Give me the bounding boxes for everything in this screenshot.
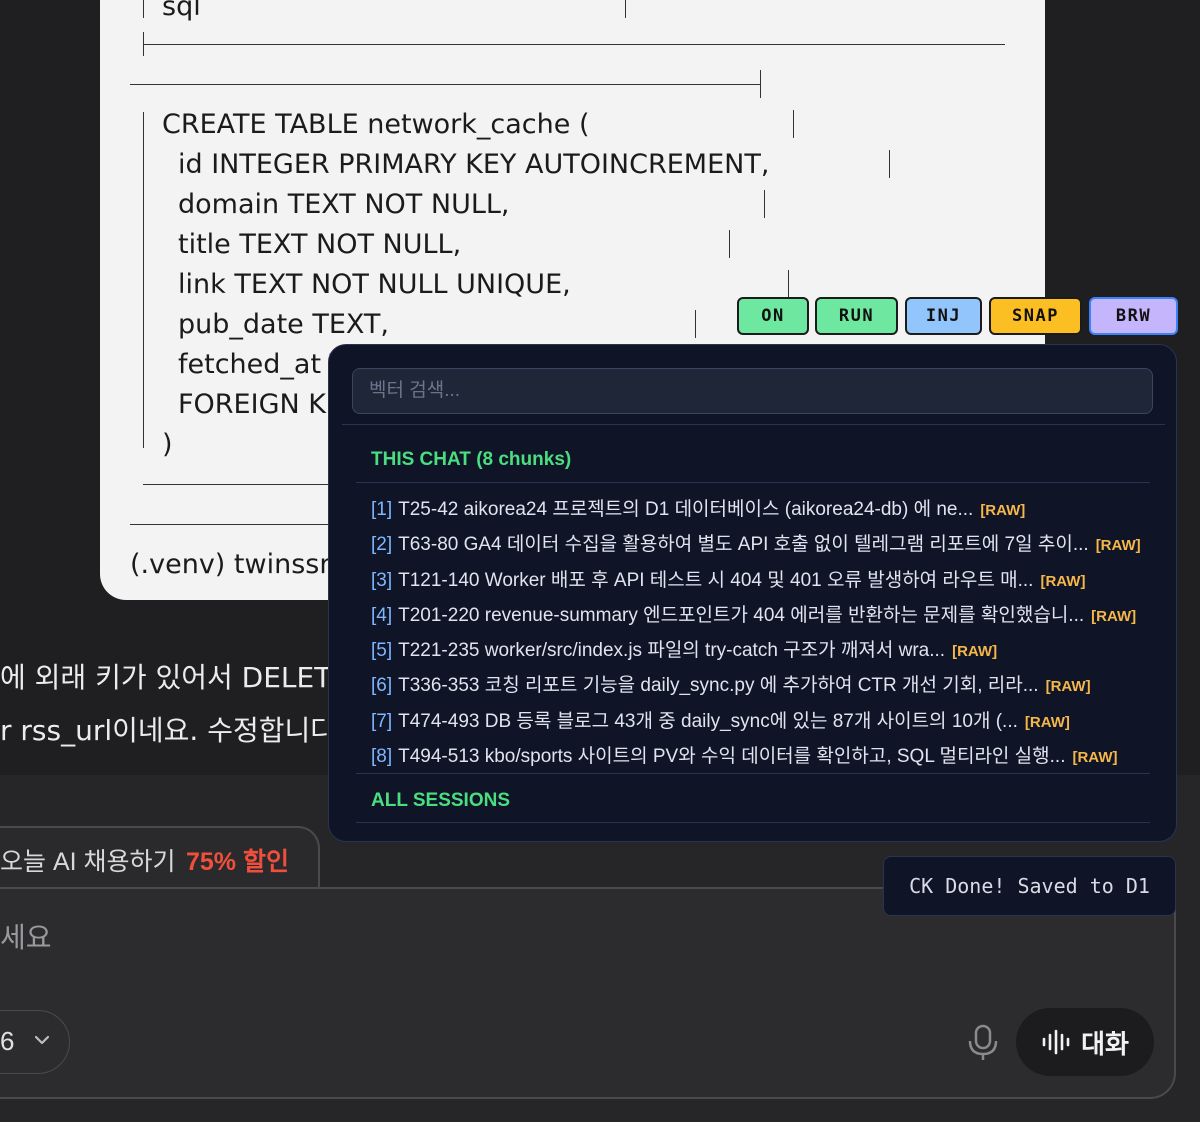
divider	[356, 482, 1150, 483]
code-line-link: link TEXT NOT NULL UNIQUE,	[178, 269, 571, 300]
table-border	[130, 84, 760, 85]
code-line-create: CREATE TABLE network_cache (	[162, 109, 590, 140]
chunk-text: T25-42 aikorea24 프로젝트의 D1 데이터베이스 (aikore…	[398, 499, 974, 520]
chunk-index: [2]	[371, 534, 393, 555]
chunk-text: T494-513 kbo/sports 사이트의 PV와 수익 데이터를 확인하…	[398, 746, 1066, 767]
divider	[356, 822, 1150, 823]
chunk-text: T63-80 GA4 데이터 수집을 활용하여 별도 API 호출 없이 텔레그…	[398, 534, 1089, 555]
voice-chat-label: 대화	[1081, 1028, 1129, 1059]
raw-link[interactable]: [RAW]	[980, 502, 1025, 519]
chevron-down-icon	[34, 1035, 50, 1045]
chat-message-line: 에 외래 키가 있어서 DELETE	[0, 661, 350, 694]
code-line-title: title TEXT NOT NULL,	[178, 229, 462, 260]
table-border	[793, 110, 794, 138]
toast-text: CK Done! Saved to D1	[909, 874, 1150, 898]
terminal-prompt: (.venv) twinssn(	[130, 549, 347, 580]
toggle-on[interactable]: ON	[737, 297, 809, 335]
table-border	[788, 270, 789, 298]
code-line-pub-date: pub_date TEXT,	[178, 309, 390, 340]
toggle-label: SNAP	[1012, 306, 1059, 326]
promo-discount: 75% 할인	[186, 848, 289, 876]
toggle-snap[interactable]: SNAP	[989, 297, 1082, 335]
promo-text: 오늘 AI 채용하기	[0, 848, 176, 876]
toggle-inj[interactable]: INJ	[905, 297, 982, 335]
chunk-item[interactable]: [2] T63-80 GA4 데이터 수집을 활용하여 별도 API 호출 없이 …	[371, 529, 1141, 556]
raw-link[interactable]: [RAW]	[1096, 537, 1141, 554]
chunk-text: T221-235 worker/src/index.js 파일의 try-cat…	[398, 640, 946, 661]
chunk-item[interactable]: [6] T336-353 코칭 리포트 기능을 daily_sync.py 에 추…	[371, 670, 1091, 697]
chunk-index: [8]	[371, 746, 393, 767]
code-line-foreign: FOREIGN KE	[178, 389, 344, 420]
this-chat-section-title: THIS CHAT (8 chunks)	[371, 449, 572, 470]
divider	[342, 424, 1165, 425]
toggle-label: RUN	[838, 306, 875, 326]
model-label: 6	[0, 1026, 15, 1056]
table-border	[695, 310, 696, 338]
raw-link[interactable]: [RAW]	[1091, 608, 1136, 625]
raw-link[interactable]: [RAW]	[1072, 749, 1117, 766]
chat-message-line: r rss_url이네요. 수정합니다:	[0, 714, 346, 747]
raw-link[interactable]: [RAW]	[952, 643, 997, 660]
chunk-item[interactable]: [4] T201-220 revenue-summary 엔드포인트가 404 에…	[371, 600, 1136, 627]
save-toast: CK Done! Saved to D1	[883, 856, 1176, 916]
chunk-text: T121-140 Worker 배포 후 API 테스트 시 404 및 401…	[398, 570, 1034, 591]
code-line-sql: sql	[162, 0, 201, 22]
voice-chat-button[interactable]: 대화	[1016, 1008, 1154, 1076]
code-line-id: id INTEGER PRIMARY KEY AUTOINCREMENT,	[178, 149, 770, 180]
table-border	[729, 230, 730, 258]
chunk-index: [7]	[371, 711, 393, 732]
all-sessions-section-title[interactable]: ALL SESSIONS	[371, 790, 510, 812]
toggle-run[interactable]: RUN	[815, 297, 898, 335]
code-line-fetched: fetched_at T	[178, 349, 347, 380]
vector-search-input[interactable]	[352, 368, 1153, 414]
chunk-index: [5]	[371, 640, 393, 661]
chunk-text: T336-353 코칭 리포트 기능을 daily_sync.py 에 추가하여…	[398, 675, 1039, 696]
toggle-brw[interactable]: BRW	[1089, 297, 1178, 335]
table-border	[625, 0, 626, 18]
chunk-item[interactable]: [5] T221-235 worker/src/index.js 파일의 try-…	[371, 635, 997, 662]
chunk-index: [4]	[371, 605, 393, 626]
code-line-close: )	[162, 429, 173, 460]
chunk-item[interactable]: [3] T121-140 Worker 배포 후 API 테스트 시 404 및 …	[371, 565, 1085, 592]
table-border	[760, 70, 761, 98]
table-border	[143, 32, 144, 56]
chunk-text: T474-493 DB 등록 블로그 43개 중 daily_sync에 있는 …	[398, 711, 1018, 732]
voice-waveform-icon	[1042, 1029, 1070, 1055]
raw-link[interactable]: [RAW]	[1040, 573, 1085, 590]
message-input-placeholder[interactable]: 세요	[0, 916, 52, 956]
table-border	[889, 150, 890, 178]
divider	[356, 773, 1150, 774]
table-border	[143, 484, 333, 485]
table-border	[143, 0, 144, 18]
toggle-label: INJ	[925, 306, 962, 326]
raw-link[interactable]: [RAW]	[1046, 678, 1091, 695]
table-border	[143, 44, 1005, 45]
table-border	[130, 524, 330, 525]
chunk-index: [1]	[371, 499, 393, 520]
chunk-text: T201-220 revenue-summary 엔드포인트가 404 에러를 …	[398, 605, 1085, 626]
table-border	[143, 112, 144, 448]
toggle-label: BRW	[1115, 306, 1152, 326]
chunk-item[interactable]: [8] T494-513 kbo/sports 사이트의 PV와 수익 데이터를 …	[371, 741, 1117, 768]
raw-link[interactable]: [RAW]	[1025, 714, 1070, 731]
message-composer[interactable]	[0, 887, 1176, 1099]
chunk-item[interactable]: [1] T25-42 aikorea24 프로젝트의 D1 데이터베이스 (aik…	[371, 494, 1025, 521]
code-line-domain: domain TEXT NOT NULL,	[178, 189, 510, 220]
chunk-index: [6]	[371, 675, 393, 696]
microphone-icon[interactable]	[966, 1024, 1000, 1062]
toggle-label: ON	[761, 306, 785, 326]
chunk-index: [3]	[371, 570, 393, 591]
chunk-item[interactable]: [7] T474-493 DB 등록 블로그 43개 중 daily_sync에 …	[371, 706, 1070, 733]
table-border	[764, 190, 765, 218]
